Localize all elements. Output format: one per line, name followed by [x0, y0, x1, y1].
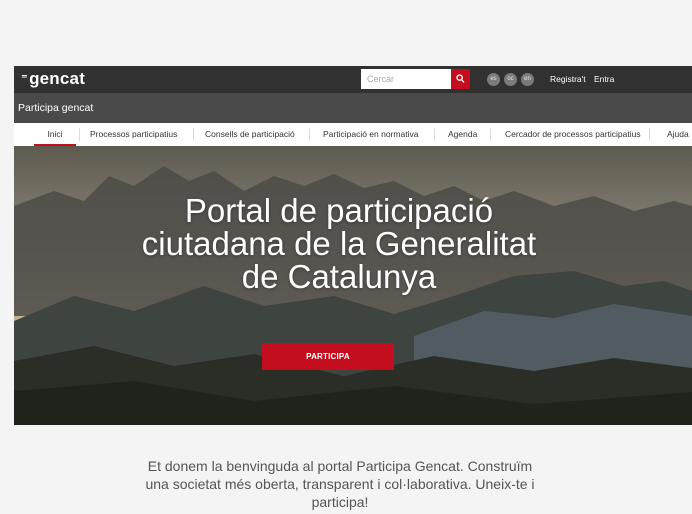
nav-divider	[79, 128, 80, 141]
language-en[interactable]: en	[521, 73, 534, 86]
logo-text: gencat	[29, 69, 86, 88]
hero-banner: Portal de participació ciutadana de la G…	[14, 146, 692, 425]
language-es[interactable]: es	[487, 73, 500, 86]
nav-item-agenda[interactable]: Agenda	[448, 123, 477, 146]
gencat-logo-mark-icon: ⁼	[21, 71, 29, 86]
nav-item-ajuda[interactable]: Ajuda	[667, 123, 689, 146]
nav-item-inici[interactable]: Inici	[34, 123, 76, 146]
participa-button[interactable]: PARTICIPA	[262, 343, 394, 370]
search-icon	[456, 74, 465, 83]
main-nav: Inici Processos participatius Consells d…	[14, 123, 692, 147]
hero-title-line-1: Portal de participació	[184, 192, 494, 229]
hero-title-line-2: ciutadana de la Generalitat	[141, 225, 537, 262]
nav-item-processos-participatius[interactable]: Processos participatius	[90, 123, 177, 146]
welcome-line-3: participa!	[311, 494, 369, 510]
hero-title-line-3: de Catalunya	[241, 258, 437, 295]
site-header: Participa gencat	[14, 93, 692, 123]
gencat-logo[interactable]: ⁼gencat	[21, 69, 85, 89]
nav-item-consells-de-participacio[interactable]: Consells de participació	[205, 123, 295, 146]
hero-title: Portal de participació ciutadana de la G…	[64, 194, 614, 293]
register-link[interactable]: Registra't	[550, 74, 586, 84]
page: ⁼gencat es oc en Registra't Entra Partic…	[0, 0, 692, 514]
search-input[interactable]	[361, 69, 451, 89]
nav-divider	[434, 128, 435, 141]
nav-divider	[649, 128, 650, 141]
site-title[interactable]: Participa gencat	[18, 102, 93, 114]
welcome-line-1: Et donem la benvinguda al portal Partici…	[147, 458, 533, 474]
top-bar: ⁼gencat es oc en Registra't Entra	[14, 66, 692, 93]
login-link[interactable]: Entra	[594, 74, 614, 84]
welcome-text: Et donem la benvinguda al portal Partici…	[90, 457, 590, 511]
language-oc[interactable]: oc	[504, 73, 517, 86]
nav-divider	[490, 128, 491, 141]
nav-item-cercador[interactable]: Cercador de processos participatius	[505, 123, 641, 146]
nav-divider	[193, 128, 194, 141]
nav-item-participacio-en-normativa[interactable]: Participació en normativa	[323, 123, 418, 146]
search-button[interactable]	[451, 69, 470, 89]
welcome-line-2: una societat més oberta, transparent i c…	[145, 476, 535, 492]
nav-divider	[309, 128, 310, 141]
